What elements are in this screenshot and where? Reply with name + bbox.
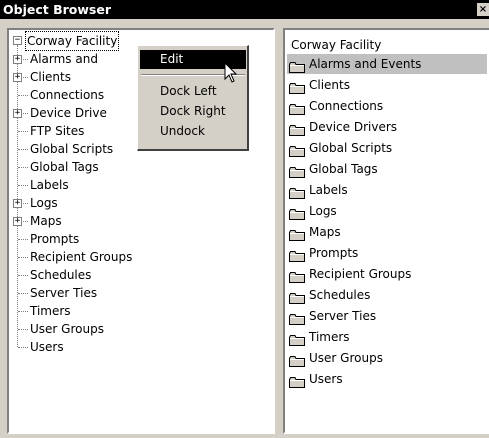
menu-item-dock-right[interactable]: Dock Right (140, 102, 246, 121)
list-item-label: Users (309, 372, 343, 386)
title-bar: Object Browser × (0, 0, 489, 19)
tree-item[interactable]: Schedules (30, 266, 91, 284)
list-item-label: Recipient Groups (309, 267, 412, 281)
list-item[interactable]: Clients (287, 75, 487, 95)
tree-item[interactable]: Connections (30, 86, 104, 104)
expand-icon[interactable]: + (13, 109, 22, 118)
list-item[interactable]: Prompts (287, 243, 487, 263)
tree-item[interactable]: Server Ties (30, 284, 97, 302)
folder-icon (289, 269, 305, 283)
tree-branch-line (18, 257, 28, 258)
expand-icon[interactable]: + (13, 217, 22, 226)
tree-branch-line (18, 347, 28, 348)
tree-item[interactable]: Global Tags (30, 158, 99, 176)
list-item[interactable]: User Groups (287, 348, 487, 368)
tree-branch-line (18, 131, 28, 132)
list-item[interactable]: Device Drivers (287, 117, 487, 137)
tree-branch-line (18, 185, 28, 186)
list-item-label: Schedules (309, 288, 371, 302)
tree-item[interactable]: Prompts (30, 230, 79, 248)
folder-icon (289, 248, 305, 262)
folder-icon (289, 206, 305, 220)
tree-branch-line (18, 149, 28, 150)
list-item-label: Connections (309, 99, 384, 113)
tree-branch-line (18, 311, 28, 312)
folder-icon (289, 353, 305, 367)
folder-icon (289, 311, 305, 325)
list-item[interactable]: Users (287, 369, 487, 389)
list-item-label: Logs (309, 204, 337, 218)
tree-item[interactable]: FTP Sites (30, 122, 84, 140)
tree-branch-line (18, 95, 28, 96)
folder-icon (289, 59, 305, 73)
tree-item[interactable]: Device Drive (30, 104, 107, 122)
tree-branch-line (18, 329, 28, 330)
folder-icon (289, 332, 305, 346)
folder-icon (289, 143, 305, 157)
folder-icon (289, 80, 305, 94)
tree-connector-line (17, 45, 18, 347)
list-item-label: Labels (309, 183, 348, 197)
list-item[interactable]: Global Scripts (287, 138, 487, 158)
list-item[interactable]: Global Tags (287, 159, 487, 179)
mouse-pointer-icon (224, 62, 238, 83)
expand-icon[interactable]: + (13, 73, 22, 82)
tree-item[interactable]: Logs (30, 194, 58, 212)
list-item[interactable]: Labels (287, 180, 487, 200)
tree-item[interactable]: Alarms and (30, 50, 98, 68)
tree-branch-line (18, 275, 28, 276)
folder-icon (289, 101, 305, 115)
folder-icon (289, 290, 305, 304)
folder-icon (289, 185, 305, 199)
list-item[interactable]: Schedules (287, 285, 487, 305)
list-item-label: Server Ties (309, 309, 377, 323)
list-panel[interactable]: Corway Facility Alarms and Events Clients… (283, 28, 489, 434)
menu-item-undock[interactable]: Undock (140, 122, 246, 141)
tree-item[interactable]: Clients (30, 68, 71, 86)
list-item-label: Global Tags (309, 162, 378, 176)
tree-item[interactable]: Labels (30, 176, 69, 194)
tree-item[interactable]: Timers (30, 302, 71, 320)
list-item-label: Timers (309, 330, 350, 344)
expand-icon[interactable]: + (13, 55, 22, 64)
context-menu: Edit Dock Left Dock Right Undock (137, 45, 249, 151)
list-item-label: Alarms and Events (309, 57, 422, 71)
list-item[interactable]: Alarms and Events (287, 54, 487, 74)
tree-branch-line (18, 239, 28, 240)
close-button[interactable]: × (477, 3, 489, 16)
list-item-label: User Groups (309, 351, 383, 365)
list-item-label: Clients (309, 78, 350, 92)
expand-icon[interactable]: + (13, 199, 22, 208)
tree-item[interactable]: Global Scripts (30, 140, 113, 158)
list-item-label: Maps (309, 225, 341, 239)
folder-icon (289, 374, 305, 388)
list-item-label: Prompts (309, 246, 359, 260)
collapse-icon[interactable]: − (13, 36, 22, 45)
folder-icon (289, 122, 305, 136)
close-icon: × (478, 4, 488, 15)
tree-branch-line (18, 167, 28, 168)
list-item-label: Global Scripts (309, 141, 393, 155)
folder-icon (289, 227, 305, 241)
list-item[interactable]: Logs (287, 201, 487, 221)
list-item[interactable]: Recipient Groups (287, 264, 487, 284)
tree-branch-line (18, 293, 28, 294)
list-header: Corway Facility (291, 38, 382, 52)
window-title: Object Browser (3, 2, 111, 17)
folder-icon (289, 164, 305, 178)
list-item[interactable]: Connections (287, 96, 487, 116)
list-item[interactable]: Server Ties (287, 306, 487, 326)
menu-item-dock-left[interactable]: Dock Left (140, 82, 246, 101)
tree-item[interactable]: Recipient Groups (30, 248, 132, 266)
tree-item[interactable]: User Groups (30, 320, 104, 338)
tree-item[interactable]: Users (30, 338, 64, 356)
list-item[interactable]: Maps (287, 222, 487, 242)
tree-root-label: Corway Facility (24, 31, 120, 51)
list-item-label: Device Drivers (309, 120, 398, 134)
list-item[interactable]: Timers (287, 327, 487, 347)
tree-item[interactable]: Maps (30, 212, 62, 230)
